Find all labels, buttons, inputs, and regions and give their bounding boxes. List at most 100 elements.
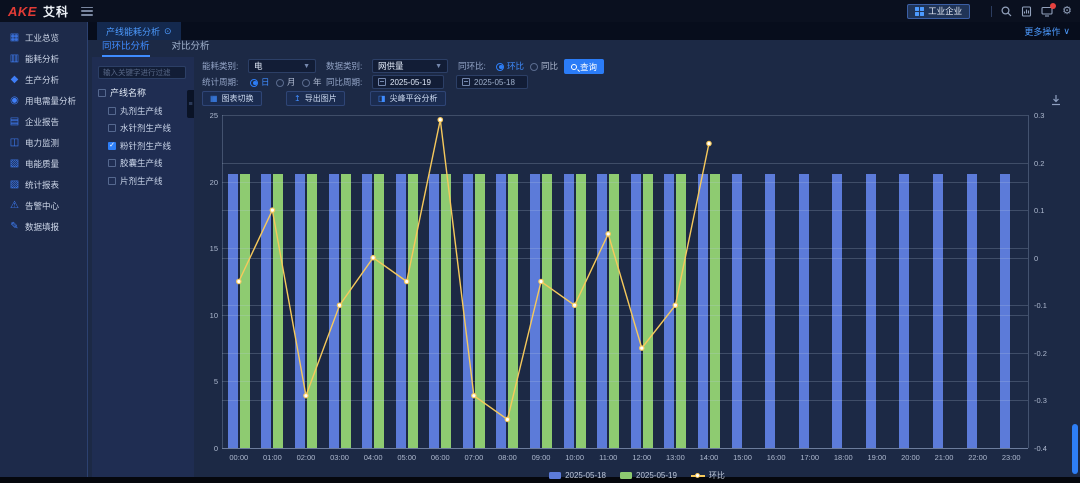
- radio-环比[interactable]: 环比: [496, 59, 524, 74]
- legend-item-环比[interactable]: 环比: [691, 470, 725, 481]
- x-axis-label: 04:00: [358, 453, 388, 462]
- checkbox[interactable]: [108, 107, 116, 115]
- action-button-导出图片[interactable]: ↥导出图片: [286, 91, 345, 106]
- checkbox[interactable]: [108, 177, 116, 185]
- tree-collapse-handle[interactable]: ≡: [187, 90, 194, 118]
- radio-label: 日: [261, 75, 270, 90]
- sidebar-item-label: 统计报表: [25, 179, 59, 191]
- bar-2025-05-18: [799, 174, 809, 448]
- sidebar-item-电力监测[interactable]: ◫电力监测: [0, 132, 87, 153]
- radio-月[interactable]: 月: [276, 75, 296, 90]
- tree-node-label: 胶囊生产线: [120, 157, 163, 169]
- sidebar: ▦工业总览▥能耗分析◆生产分析◉用电需量分析▤企业报告◫电力监测▧电能质量▨统计…: [0, 22, 88, 478]
- line-data-point: [438, 118, 442, 122]
- y-axis-left-label: 10: [200, 311, 218, 320]
- chart-legend: 2025-05-18 2025-05-19 环比: [198, 470, 1076, 481]
- scrollbar-thumb[interactable]: [1072, 424, 1078, 474]
- sidebar-item-用电需量分析[interactable]: ◉用电需量分析: [0, 90, 87, 111]
- gridline: [222, 381, 1028, 382]
- subtab-同环比分析[interactable]: 同环比分析: [102, 38, 150, 57]
- tree-node-label: 粉针剂生产线: [120, 140, 171, 152]
- bar-2025-05-19: [408, 174, 418, 448]
- sidebar-item-告警中心[interactable]: ⚠告警中心: [0, 195, 87, 216]
- subtab-对比分析[interactable]: 对比分析: [172, 38, 210, 57]
- tree-node-label: 丸剂生产线: [120, 105, 163, 117]
- tree-node-片剂生产线[interactable]: 片剂生产线: [108, 175, 190, 187]
- data-entry-icon: ✎: [9, 221, 20, 232]
- checkbox[interactable]: ✓: [108, 142, 116, 150]
- gridline: [222, 163, 1028, 164]
- x-axis-label: 05:00: [392, 453, 422, 462]
- radio-日[interactable]: 日: [250, 75, 270, 90]
- radio-icon: [302, 79, 310, 87]
- radio-年[interactable]: 年: [302, 75, 322, 90]
- bar-2025-05-19: [273, 174, 283, 448]
- ratio-label: 同环比:: [458, 59, 486, 74]
- sidebar-item-生产分析[interactable]: ◆生产分析: [0, 69, 87, 90]
- more-actions-label: 更多操作: [1024, 25, 1060, 38]
- date-picker-primary[interactable]: 2025-05-19: [372, 75, 444, 89]
- bar-2025-05-19: [542, 174, 552, 448]
- report-icon[interactable]: [1021, 6, 1032, 17]
- divider: [991, 6, 992, 17]
- tree-node-丸剂生产线[interactable]: 丸剂生产线: [108, 105, 190, 117]
- gear-icon[interactable]: ⚙: [1062, 6, 1072, 17]
- sidebar-item-label: 能耗分析: [25, 53, 59, 65]
- chart-download-icon[interactable]: [1050, 93, 1062, 105]
- checkbox[interactable]: [98, 89, 106, 97]
- tab-close-icon[interactable]: ⊙: [164, 26, 172, 37]
- checkbox[interactable]: [108, 124, 116, 132]
- menu-collapse-icon[interactable]: [81, 7, 93, 16]
- tree-search-input[interactable]: [98, 66, 186, 79]
- tab-label: 产线能耗分析: [106, 25, 160, 38]
- axis-edge: [222, 115, 223, 448]
- checkbox[interactable]: [108, 159, 116, 167]
- legend-item-2025-05-18[interactable]: 2025-05-18: [549, 471, 606, 480]
- bar-2025-05-18: [362, 174, 372, 448]
- date-picker-compare[interactable]: 2025-05-18: [456, 75, 528, 89]
- x-axis-label: 15:00: [728, 453, 758, 462]
- tree-node-水针剂生产线[interactable]: 水针剂生产线: [108, 122, 190, 134]
- sidebar-item-电能质量[interactable]: ▧电能质量: [0, 153, 87, 174]
- data-type-select[interactable]: 网供量▼: [372, 59, 448, 73]
- sidebar-item-工业总览[interactable]: ▦工业总览: [0, 27, 87, 48]
- logo-suffix: 艾科: [43, 3, 69, 20]
- bar-2025-05-18: [664, 174, 674, 448]
- query-button[interactable]: 查询: [564, 59, 604, 74]
- action-button-图表切换[interactable]: ▦图表切换: [202, 91, 262, 106]
- gridline: [222, 448, 1028, 449]
- bar-2025-05-19: [676, 174, 686, 448]
- tree-node-粉针剂生产线[interactable]: ✓ 粉针剂生产线: [108, 140, 190, 152]
- tree-node-胶囊生产线[interactable]: 胶囊生产线: [108, 157, 190, 169]
- radio-同比[interactable]: 同比: [530, 59, 558, 74]
- x-axis-label: 21:00: [929, 453, 959, 462]
- sidebar-item-数据填报[interactable]: ✎数据填报: [0, 216, 87, 237]
- bar-2025-05-18: [396, 174, 406, 448]
- chevron-down-icon: ▼: [303, 63, 310, 70]
- action-button-尖峰平谷分析[interactable]: ◨尖峰平谷分析: [370, 91, 446, 106]
- sidebar-item-企业报告[interactable]: ▤企业报告: [0, 111, 87, 132]
- x-axis-label: 22:00: [963, 453, 993, 462]
- y-axis-left-label: 20: [200, 178, 218, 187]
- monitor-icon[interactable]: [1041, 6, 1053, 17]
- topbar: AKE 艾科 工业企业 ⚙: [0, 0, 1080, 22]
- bar-2025-05-18: [765, 174, 775, 448]
- tree-root-node[interactable]: 产线名称: [98, 86, 190, 99]
- bar-2025-05-18: [261, 174, 271, 448]
- search-icon[interactable]: [1001, 6, 1012, 17]
- bar-2025-05-19: [341, 174, 351, 448]
- radio-label: 同比: [541, 59, 558, 74]
- x-axis-label: 23:00: [996, 453, 1026, 462]
- x-axis-label: 19:00: [862, 453, 892, 462]
- more-actions-button[interactable]: 更多操作 ∨: [1024, 22, 1070, 40]
- gridline: [222, 305, 1028, 306]
- bar-2025-05-18: [496, 174, 506, 448]
- x-axis-label: 10:00: [560, 453, 590, 462]
- sidebar-item-统计报表[interactable]: ▨统计报表: [0, 174, 87, 195]
- enterprise-button[interactable]: 工业企业: [907, 4, 970, 19]
- sidebar-item-能耗分析[interactable]: ▥能耗分析: [0, 48, 87, 69]
- power-quality-icon: ▧: [9, 158, 20, 169]
- x-axis-label: 13:00: [660, 453, 690, 462]
- energy-type-select[interactable]: 电▼: [248, 59, 316, 73]
- legend-item-2025-05-19[interactable]: 2025-05-19: [620, 471, 677, 480]
